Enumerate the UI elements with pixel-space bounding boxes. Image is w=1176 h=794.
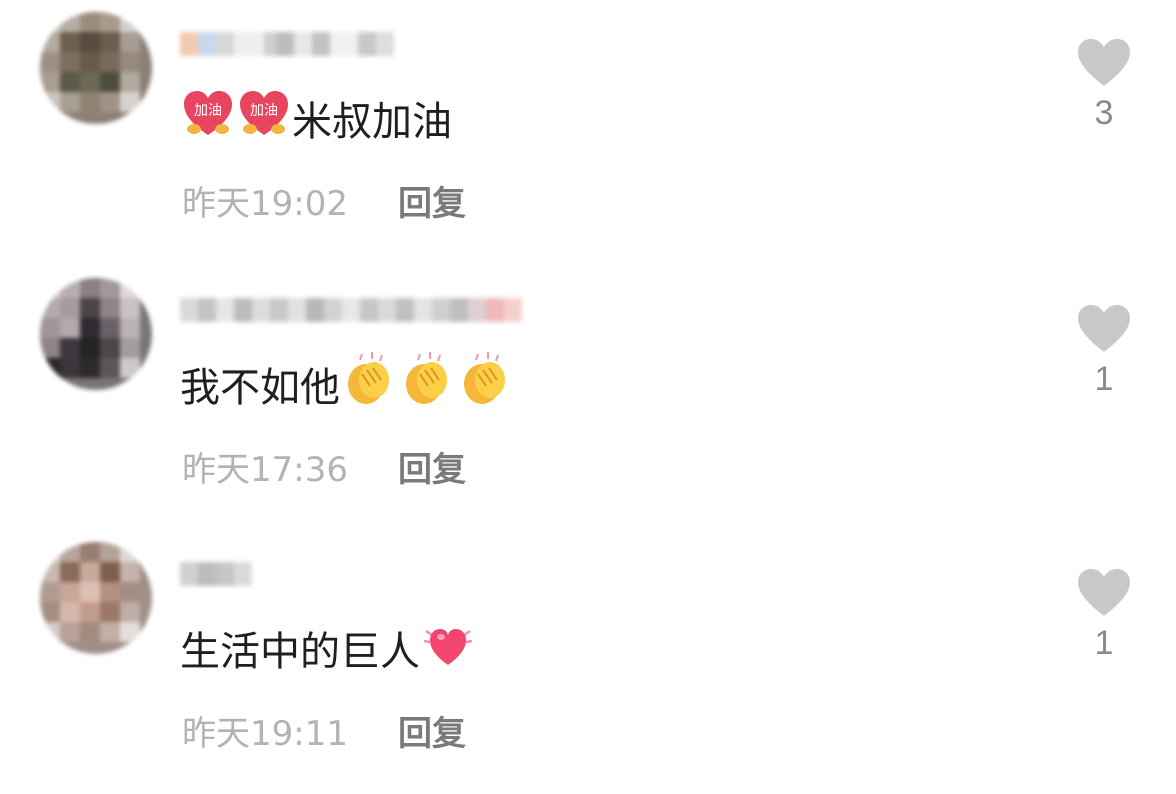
heart-icon (1078, 569, 1130, 616)
avatar[interactable] (40, 12, 152, 124)
like-button[interactable]: 1 (1066, 568, 1142, 663)
clapping-hands-emoji (340, 350, 398, 418)
reply-button[interactable]: 回复 (398, 176, 466, 225)
like-count: 3 (1094, 94, 1114, 132)
avatar[interactable] (40, 542, 152, 654)
comment-text-body: 生活中的巨人 (180, 629, 420, 675)
heart-icon (1078, 305, 1130, 352)
clapping-hands-emoji (398, 350, 456, 418)
comment-item: 我不如他 昨天17:36 回复 1 (0, 266, 1176, 530)
comment-item: 加油 加油 米叔加油 昨天19:02 回复 3 (0, 0, 1176, 264)
comment-time: 昨天19:11 (182, 713, 348, 754)
comment-text-body: 米叔加油 (292, 99, 452, 145)
like-button[interactable]: 3 (1066, 38, 1142, 133)
like-count: 1 (1094, 360, 1114, 398)
cheer-heart-emoji: 加油 (236, 85, 292, 151)
username-redacted[interactable] (180, 552, 252, 596)
reply-button[interactable]: 回复 (398, 442, 466, 491)
username-redacted[interactable] (180, 22, 394, 66)
like-button[interactable]: 1 (1066, 304, 1142, 399)
username-redacted[interactable] (180, 288, 522, 332)
comment-text-body: 我不如他 (180, 365, 340, 411)
comment-text: 生活中的巨人 (180, 618, 476, 678)
comment-item: 生活中的巨人 昨天19:11 回复 1 (0, 530, 1176, 794)
comment-time: 昨天17:36 (182, 449, 348, 490)
comment-time: 昨天19:02 (182, 183, 348, 224)
comment-meta: 昨天19:11 回复 (182, 702, 466, 758)
comment-meta: 昨天17:36 回复 (182, 438, 466, 494)
clapping-hands-emoji (456, 350, 514, 418)
comment-text: 我不如他 (180, 352, 514, 414)
reply-button[interactable]: 回复 (398, 706, 466, 755)
heart-icon (1078, 39, 1130, 86)
comment-text: 加油 加油 米叔加油 (180, 88, 452, 148)
cheer-heart-emoji: 加油 (180, 85, 236, 151)
sparkling-heart-emoji (420, 615, 476, 681)
svg-text:加油: 加油 (250, 103, 278, 119)
like-count: 1 (1094, 624, 1114, 662)
avatar[interactable] (40, 278, 152, 390)
comment-meta: 昨天19:02 回复 (182, 172, 466, 228)
svg-text:加油: 加油 (194, 103, 222, 119)
